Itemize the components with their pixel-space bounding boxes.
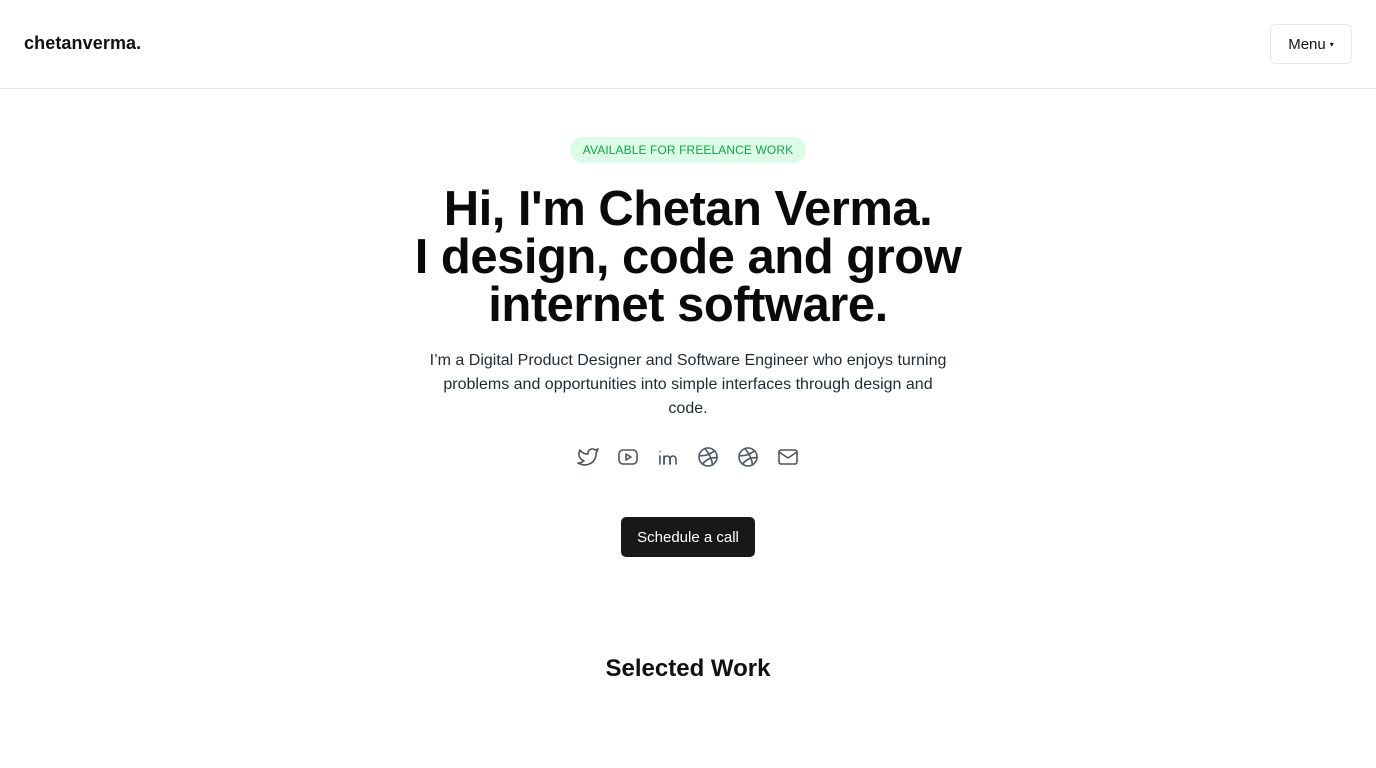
twitter-icon[interactable] xyxy=(576,445,600,469)
menu-button[interactable]: Menu ▾ xyxy=(1270,24,1352,64)
social-links xyxy=(576,445,800,469)
headline-line: I design, code and grow xyxy=(414,230,962,284)
dribbble-icon[interactable] xyxy=(696,445,720,469)
schedule-call-button[interactable]: Schedule a call xyxy=(621,517,755,557)
selected-work-heading: Selected Work xyxy=(605,655,771,682)
mail-icon[interactable] xyxy=(776,445,800,469)
headline-line: Hi, I'm Chetan Verma. xyxy=(443,182,933,236)
headline-line: internet software. xyxy=(488,278,888,332)
top-navigation-bar: chetanverma. Menu ▾ xyxy=(0,0,1376,89)
menu-button-label: Menu xyxy=(1288,35,1326,53)
youtube-icon[interactable] xyxy=(616,445,640,469)
chevron-down-icon: ▾ xyxy=(1329,40,1334,49)
availability-badge: AVAILABLE FOR FREELANCE WORK xyxy=(569,137,807,163)
linkedin-icon[interactable] xyxy=(656,445,680,469)
hero-section: AVAILABLE FOR FREELANCE WORK Hi, I'm Che… xyxy=(0,89,1376,683)
site-logo[interactable]: chetanverma. xyxy=(24,33,141,54)
dribbble-icon[interactable] xyxy=(736,445,760,469)
hero-intro-text: I’m a Digital Product Designer and Softw… xyxy=(429,352,947,417)
hero-headline: Hi, I'm Chetan Verma. I design, code and… xyxy=(378,182,998,332)
